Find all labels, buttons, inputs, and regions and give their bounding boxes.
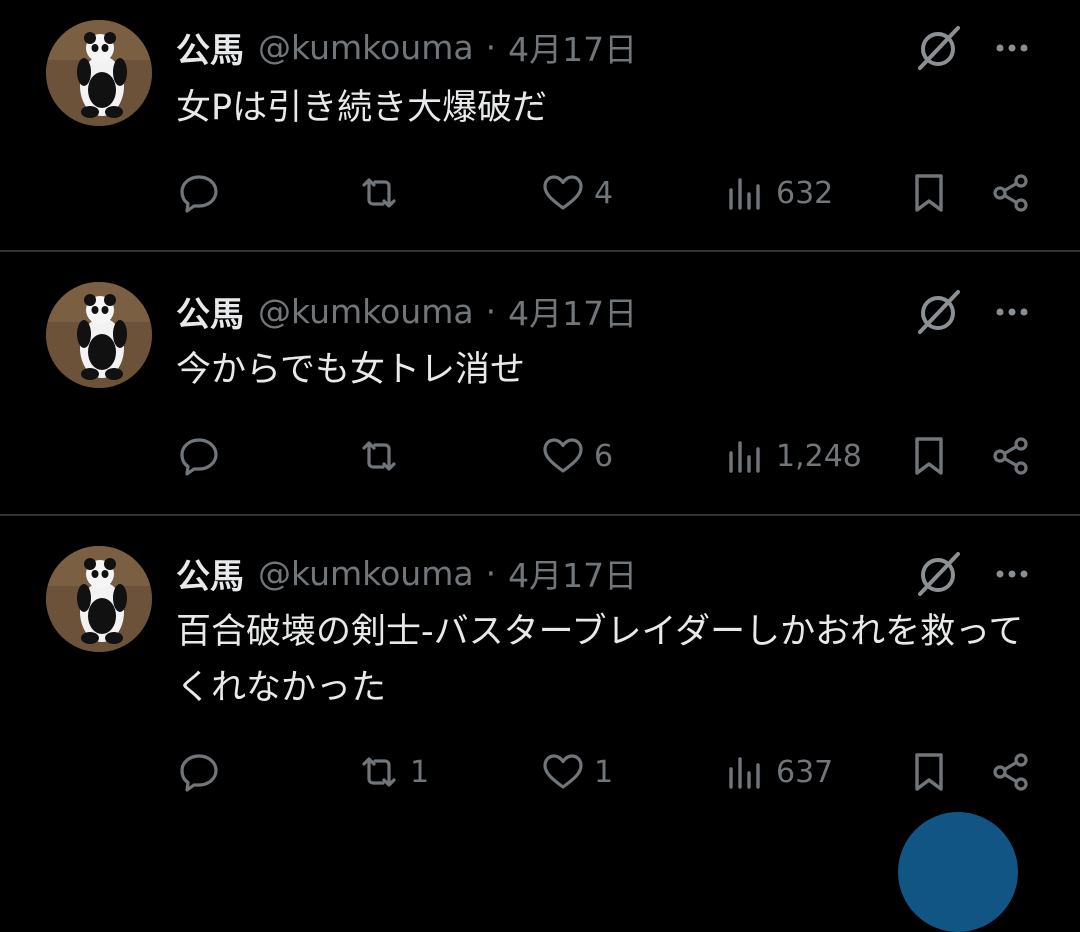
views-icon bbox=[722, 170, 768, 216]
action-bar: 4 632 bbox=[0, 163, 1080, 223]
tweet-date[interactable]: 4月17日 bbox=[508, 287, 637, 335]
tweet-text: 百合破壊の剣士-バスターブレイダーしかおれを救ってくれなかった bbox=[176, 612, 1024, 708]
views-button[interactable]: 1,248 bbox=[722, 426, 862, 486]
reply-icon bbox=[176, 749, 222, 795]
reply-button[interactable] bbox=[176, 163, 230, 223]
share-icon bbox=[988, 433, 1034, 479]
grok-icon[interactable] bbox=[912, 22, 964, 74]
like-button[interactable]: 6 bbox=[540, 426, 613, 486]
tweet-date[interactable]: 4月17日 bbox=[508, 23, 637, 71]
tweet-text: 今からでも女トレ消せ bbox=[176, 350, 525, 390]
views-icon bbox=[722, 433, 768, 479]
compose-button[interactable] bbox=[898, 812, 1018, 932]
bookmark-button[interactable] bbox=[906, 426, 952, 486]
grok-icon[interactable] bbox=[912, 286, 964, 338]
like-count: 6 bbox=[594, 438, 614, 474]
tweet-header: 公馬 @kumkouma · 4月17日 bbox=[176, 287, 637, 336]
more-icon[interactable] bbox=[992, 30, 1032, 66]
view-count: 632 bbox=[776, 175, 834, 211]
tweet[interactable]: 公馬 @kumkouma · 4月17日 百合破壊の剣士-バスターブレイダーしか… bbox=[0, 516, 1080, 828]
author-name[interactable]: 公馬 bbox=[176, 549, 244, 598]
views-icon bbox=[722, 749, 768, 795]
heart-icon bbox=[540, 749, 586, 795]
retweet-icon bbox=[356, 433, 402, 479]
bookmark-icon bbox=[906, 170, 952, 216]
like-button[interactable]: 1 bbox=[540, 742, 613, 802]
share-button[interactable] bbox=[988, 426, 1034, 486]
retweet-icon bbox=[356, 170, 402, 216]
retweet-button[interactable]: 1 bbox=[356, 742, 429, 802]
views-button[interactable]: 637 bbox=[722, 742, 833, 802]
separator: · bbox=[485, 27, 497, 67]
view-count: 637 bbox=[776, 754, 834, 790]
author-name[interactable]: 公馬 bbox=[176, 23, 244, 72]
separator: · bbox=[485, 291, 497, 331]
like-button[interactable]: 4 bbox=[540, 163, 613, 223]
tweet[interactable]: 公馬 @kumkouma · 4月17日 今からでも女トレ消せ 6 1,248 bbox=[0, 252, 1080, 514]
avatar[interactable] bbox=[46, 282, 152, 388]
reply-icon bbox=[176, 170, 222, 216]
share-button[interactable] bbox=[988, 163, 1034, 223]
author-handle[interactable]: @kumkouma bbox=[258, 554, 474, 593]
grok-icon[interactable] bbox=[912, 548, 964, 600]
views-button[interactable]: 632 bbox=[722, 163, 833, 223]
avatar[interactable] bbox=[46, 546, 152, 652]
reply-icon bbox=[176, 433, 222, 479]
view-count: 1,248 bbox=[776, 438, 862, 474]
heart-icon bbox=[540, 433, 586, 479]
retweet-icon bbox=[356, 749, 402, 795]
more-icon[interactable] bbox=[992, 294, 1032, 330]
action-bar: 1 1 637 bbox=[0, 742, 1080, 802]
reply-button[interactable] bbox=[176, 742, 230, 802]
bookmark-icon bbox=[906, 433, 952, 479]
like-count: 4 bbox=[594, 175, 614, 211]
more-icon[interactable] bbox=[992, 556, 1032, 592]
retweet-button[interactable] bbox=[356, 426, 410, 486]
author-handle[interactable]: @kumkouma bbox=[258, 28, 474, 67]
avatar[interactable] bbox=[46, 20, 152, 126]
bookmark-button[interactable] bbox=[906, 163, 952, 223]
separator: · bbox=[485, 553, 497, 593]
share-icon bbox=[988, 170, 1034, 216]
heart-icon bbox=[540, 170, 586, 216]
bookmark-button[interactable] bbox=[906, 742, 952, 802]
author-name[interactable]: 公馬 bbox=[176, 287, 244, 336]
tweet-date[interactable]: 4月17日 bbox=[508, 549, 637, 597]
share-button[interactable] bbox=[988, 742, 1034, 802]
author-handle[interactable]: @kumkouma bbox=[258, 292, 474, 331]
like-count: 1 bbox=[594, 754, 614, 790]
share-icon bbox=[988, 749, 1034, 795]
bookmark-icon bbox=[906, 749, 952, 795]
tweet[interactable]: 公馬 @kumkouma · 4月17日 女Pは引き続き大爆破だ 4 632 bbox=[0, 0, 1080, 250]
reply-button[interactable] bbox=[176, 426, 230, 486]
retweet-button[interactable] bbox=[356, 163, 410, 223]
tweet-text: 女Pは引き続き大爆破だ bbox=[176, 88, 548, 128]
tweet-header: 公馬 @kumkouma · 4月17日 bbox=[176, 23, 637, 72]
action-bar: 6 1,248 bbox=[0, 426, 1080, 486]
tweet-header: 公馬 @kumkouma · 4月17日 bbox=[176, 549, 637, 598]
retweet-count: 1 bbox=[410, 754, 430, 790]
